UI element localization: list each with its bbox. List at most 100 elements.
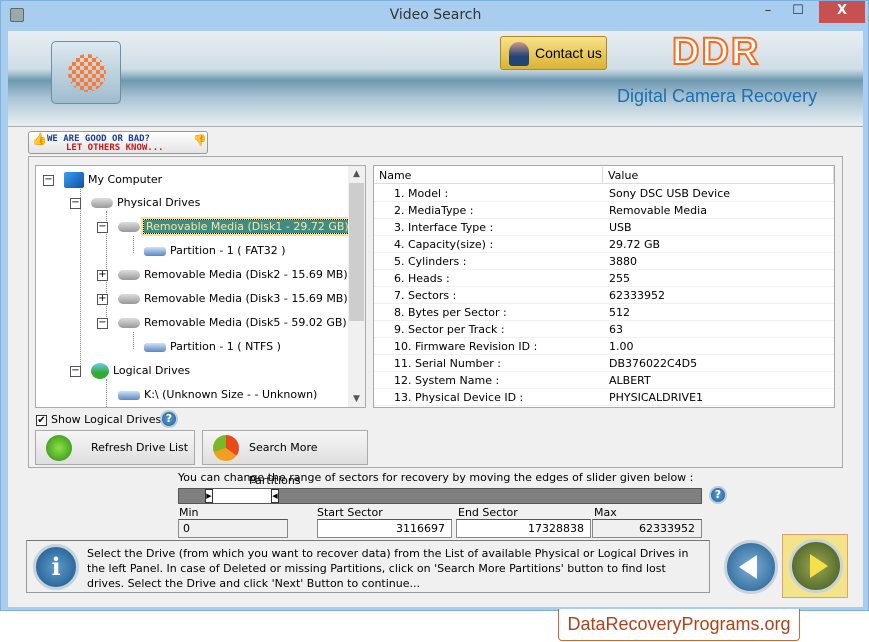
tree-node-disk1-partition[interactable]: Partition - 1 ( FAT32 ) <box>144 242 286 260</box>
info-text: Select the Drive (from which you want to… <box>87 547 689 590</box>
property-value: DB376022C4D5 <box>609 357 698 370</box>
collapse-toggle[interactable]: − <box>70 198 81 209</box>
node-label: Partition - 1 ( FAT32 ) <box>170 244 286 257</box>
expand-toggle[interactable]: + <box>97 294 108 305</box>
node-label: Logical Drives <box>113 364 191 377</box>
column-header-value[interactable]: Value <box>603 167 834 184</box>
table-row[interactable]: 3. Interface Type : USB <box>374 219 834 236</box>
property-value: 512 <box>609 306 630 319</box>
search-more-partitions-button[interactable]: Search More Partitions <box>202 430 368 487</box>
table-row[interactable]: 6. Heads : 255 <box>374 270 834 287</box>
tree-node-disk2[interactable]: Removable Media (Disk2 - 15.69 MB) <box>118 266 348 284</box>
collapse-toggle[interactable]: − <box>43 175 54 186</box>
property-name: 5. Cylinders : <box>394 255 467 268</box>
tree-node-physical-drives[interactable]: Physical Drives <box>91 194 200 212</box>
table-row[interactable]: 4. Capacity(size) : 29.72 GB <box>374 236 834 253</box>
back-button[interactable] <box>724 540 778 594</box>
show-logical-drives-checkbox[interactable]: ✔ Show Logical Drives <box>36 413 161 427</box>
max-label: Max <box>594 506 617 519</box>
expand-toggle[interactable]: + <box>97 270 108 281</box>
logo-icon <box>68 54 106 92</box>
collapse-toggle[interactable]: − <box>70 366 81 377</box>
table-row[interactable]: 7. Sectors : 62333952 <box>374 287 834 304</box>
collapse-toggle[interactable]: − <box>97 318 108 329</box>
property-value: USB <box>609 221 632 234</box>
pie-chart-icon <box>213 435 239 461</box>
thumbs-down-icon: 👎 <box>193 134 207 147</box>
property-value: Removable Media <box>609 204 707 217</box>
min-label: Min <box>179 506 199 519</box>
table-row[interactable]: 10. Firmware Revision ID : 1.00 <box>374 338 834 355</box>
table-row[interactable]: 1. Model : Sony DSC USB Device <box>374 185 834 202</box>
scrollbar-thumb[interactable] <box>349 183 364 321</box>
close-button[interactable]: X <box>819 1 865 23</box>
table-row[interactable]: 12. System Name : ALBERT <box>374 372 834 389</box>
property-name: 2. MediaType : <box>394 204 474 217</box>
property-name: 6. Heads : <box>394 272 450 285</box>
property-value: ALBERT <box>609 374 651 387</box>
watermark: DataRecoveryPrograms.org <box>558 609 800 641</box>
contact-us-button[interactable]: Contact us <box>500 36 607 70</box>
partition-icon <box>144 342 166 352</box>
tree-node-logical-drives[interactable]: Logical Drives <box>91 362 190 380</box>
property-value: 255 <box>609 272 630 285</box>
property-value: 3880 <box>609 255 637 268</box>
minimize-button[interactable]: – <box>753 1 783 23</box>
property-name: 7. Sectors : <box>394 289 457 302</box>
tree-node-disk5-partition[interactable]: Partition - 1 ( NTFS ) <box>144 338 281 356</box>
app-logo <box>51 41 121 104</box>
refresh-drive-list-button[interactable]: Refresh Drive List <box>35 430 195 465</box>
drive-icon <box>118 222 140 232</box>
scroll-up-icon[interactable]: ▲ <box>348 166 365 182</box>
property-value: 1.00 <box>609 340 634 353</box>
sector-range-slider[interactable]: ▶ ◀ <box>178 488 702 504</box>
tree-node-my-computer[interactable]: My Computer <box>64 171 162 189</box>
table-row[interactable]: 2. MediaType : Removable Media <box>374 202 834 219</box>
maximize-button[interactable]: ☐ <box>783 1 813 23</box>
property-name: 9. Sector per Track : <box>394 323 505 336</box>
tree-node-disk5[interactable]: Removable Media (Disk5 - 59.02 GB) <box>118 314 347 332</box>
drive-tree[interactable]: − My Computer − Physical Drives − Remova… <box>35 165 366 408</box>
column-header-name[interactable]: Name <box>374 167 603 184</box>
brand-logo: DDR <box>671 30 761 74</box>
contact-label: Contact us <box>535 45 602 61</box>
product-name: Digital Camera Recovery <box>617 86 818 106</box>
scroll-down-icon[interactable]: ▼ <box>348 391 365 407</box>
collapse-toggle[interactable]: − <box>97 222 108 233</box>
selected-range <box>213 489 271 503</box>
slider-instruction: You can change the range of sectors for … <box>178 471 694 484</box>
property-name: 4. Capacity(size) : <box>394 238 494 251</box>
info-panel: i Select the Drive (from which you want … <box>26 540 710 593</box>
property-value: 63 <box>609 323 623 336</box>
node-label: Removable Media (Disk1 - 29.72 GB) <box>143 219 352 234</box>
end-sector-input[interactable]: 17328838 <box>456 519 591 538</box>
table-row[interactable]: 13. Physical Device ID : PHYSICALDRIVE1 <box>374 389 834 406</box>
help-icon[interactable]: ? <box>709 486 727 504</box>
checkbox-label: Show Logical Drives <box>51 413 162 426</box>
max-field: 62333952 <box>592 519 702 538</box>
drive-icon <box>118 318 140 328</box>
next-button[interactable] <box>782 534 848 598</box>
tree-node-disk3[interactable]: Removable Media (Disk3 - 15.69 MB) <box>118 290 348 308</box>
person-icon <box>509 42 529 66</box>
tree-node-k-drive[interactable]: K:\ (Unknown Size - - Unknown) <box>118 386 317 404</box>
end-thumb[interactable]: ◀ <box>271 489 279 503</box>
tree-node-disk1[interactable]: Removable Media (Disk1 - 29.72 GB) <box>118 218 352 236</box>
help-icon[interactable]: ? <box>160 410 178 428</box>
thumbs-up-icon: 👍 <box>32 132 47 146</box>
feedback-button[interactable]: 👍 WE ARE GOOD OR BAD? LET OTHERS KNOW...… <box>28 131 208 154</box>
table-row[interactable]: 9. Sector per Track : 63 <box>374 321 834 338</box>
property-name: 11. Serial Number : <box>394 357 502 370</box>
table-row[interactable]: 11. Serial Number : DB376022C4D5 <box>374 355 834 372</box>
table-row[interactable]: 5. Cylinders : 3880 <box>374 253 834 270</box>
partition-icon <box>144 246 166 256</box>
property-name: 10. Firmware Revision ID : <box>394 340 538 353</box>
property-name: 8. Bytes per Sector : <box>394 306 507 319</box>
start-thumb[interactable]: ▶ <box>205 489 213 503</box>
start-sector-input[interactable]: 3116697 <box>317 519 452 538</box>
partition-icon <box>118 390 140 400</box>
table-row[interactable]: 8. Bytes per Sector : 512 <box>374 304 834 321</box>
property-value: 29.72 GB <box>609 238 661 251</box>
property-value: PHYSICALDRIVE1 <box>609 391 704 404</box>
checkbox-icon[interactable]: ✔ <box>36 414 47 426</box>
